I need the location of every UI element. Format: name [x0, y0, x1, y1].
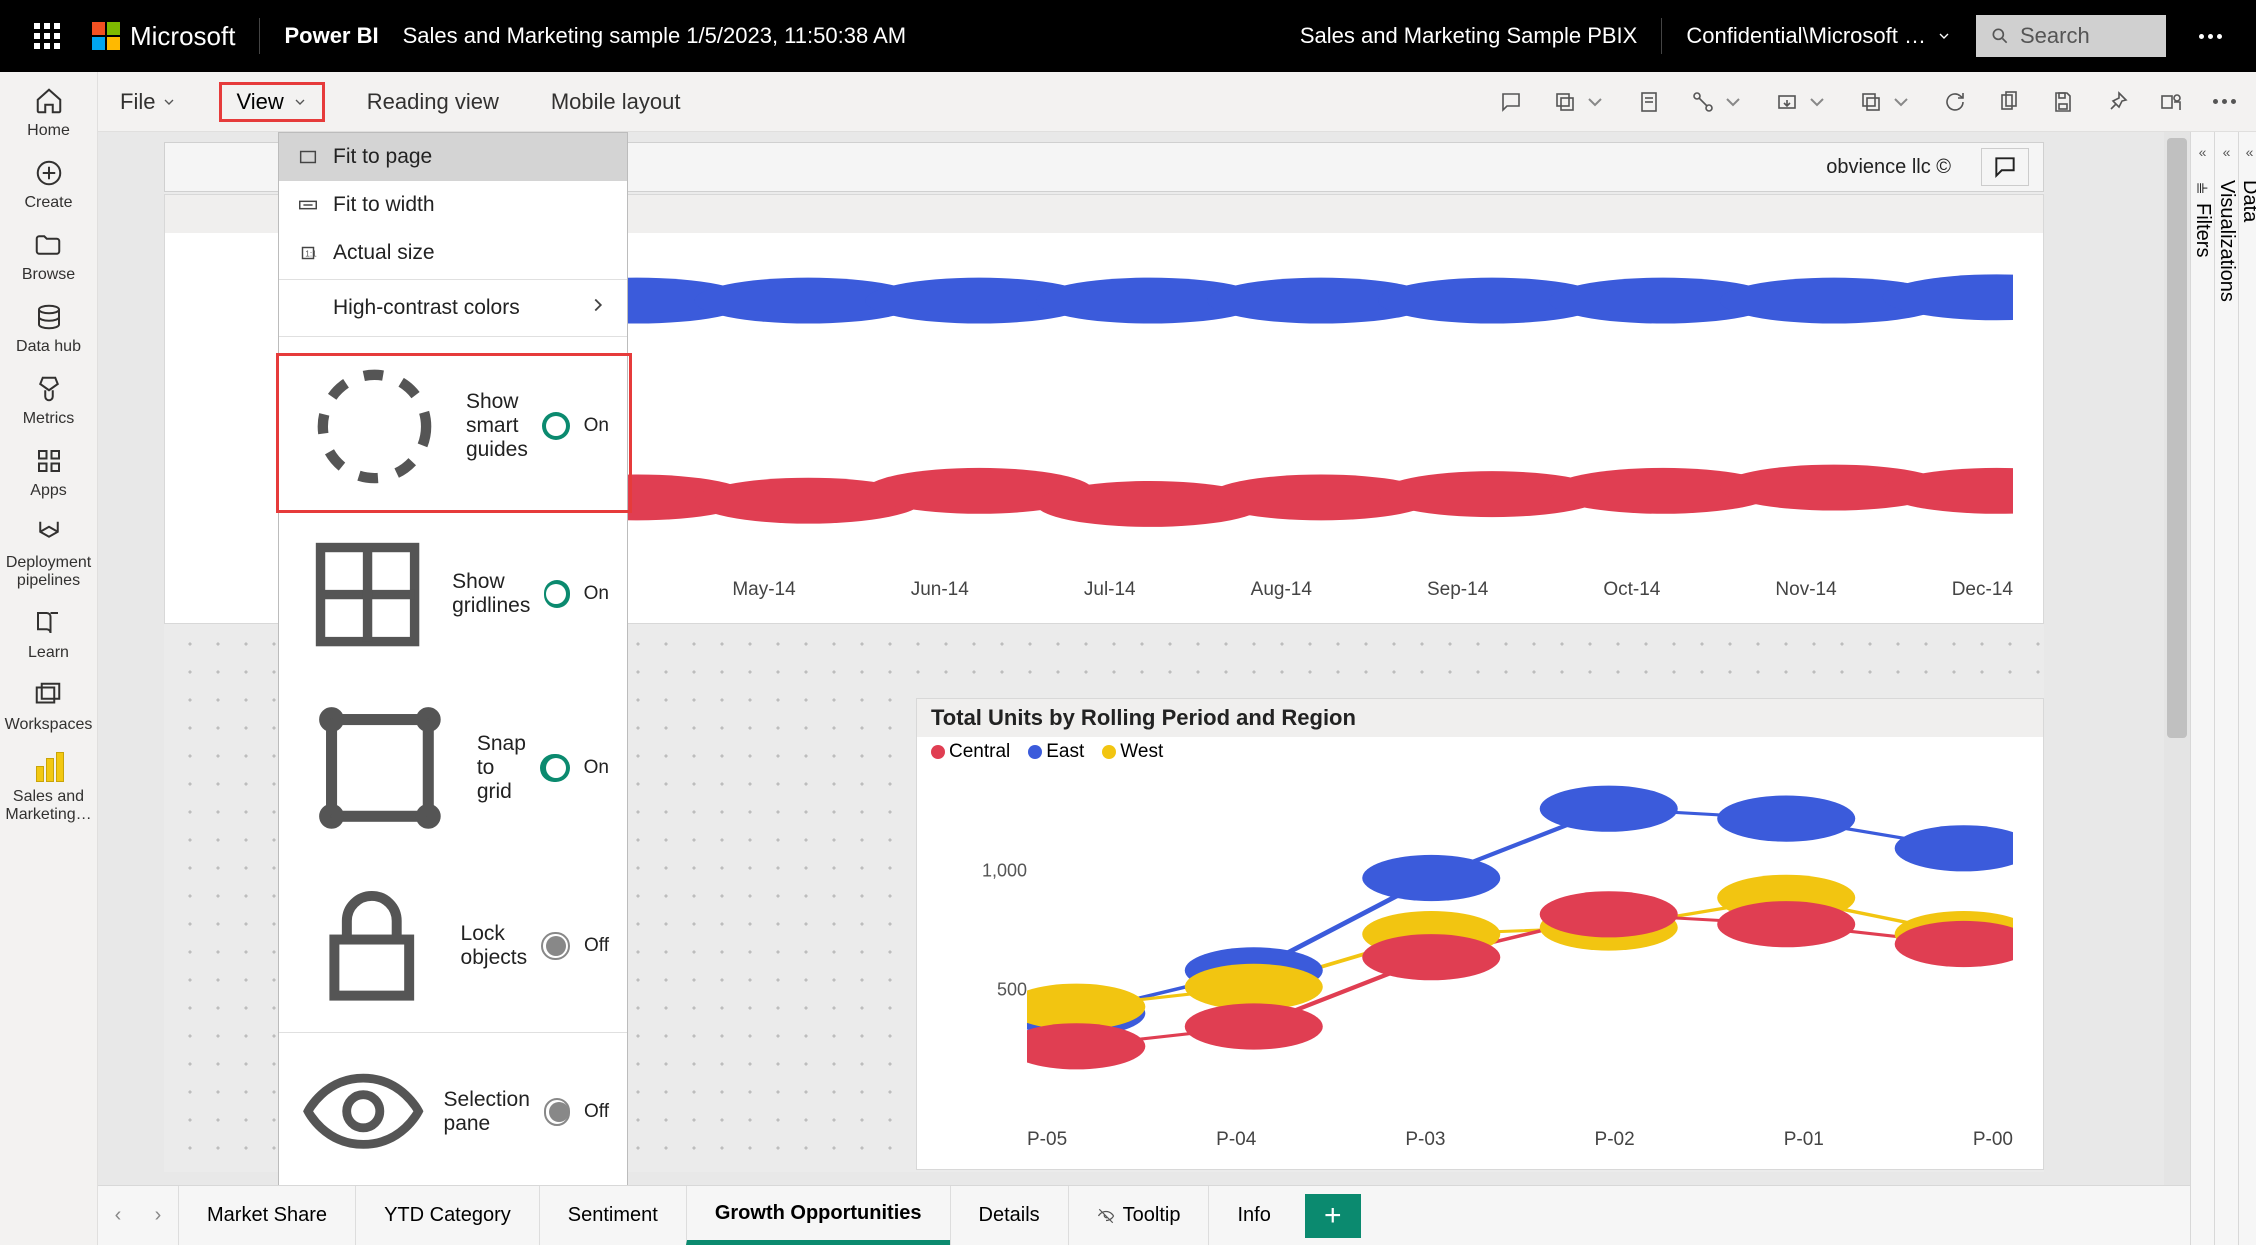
breadcrumb-file[interactable]: Sales and Marketing Sample PBIX: [1300, 23, 1638, 49]
app-name: Power BI: [284, 23, 378, 49]
brand-label: Microsoft: [130, 21, 235, 52]
separator: [1661, 18, 1662, 54]
expand-icon[interactable]: «: [2199, 144, 2207, 160]
ribbon-copy-icon[interactable]: [1997, 90, 2021, 114]
microsoft-logo-icon: [92, 22, 120, 50]
more-icon[interactable]: [2190, 34, 2230, 39]
menu-high-contrast[interactable]: High-contrast colors: [279, 282, 627, 334]
pane-filters[interactable]: « ⊪ Filters: [2190, 132, 2214, 1245]
pane-visualizations[interactable]: « Visualizations: [2214, 132, 2238, 1245]
ribbon-export-icon[interactable]: [1775, 90, 1829, 114]
search-input[interactable]: Search: [1976, 15, 2166, 57]
nav-apps[interactable]: Apps: [30, 446, 66, 500]
powerbi-icon: [34, 752, 64, 782]
expand-icon[interactable]: «: [2246, 144, 2254, 160]
nav-browse[interactable]: Browse: [22, 230, 75, 284]
pane-data[interactable]: « Data: [2238, 132, 2256, 1245]
tab-info[interactable]: Info: [1208, 1186, 1298, 1245]
tab-next[interactable]: ›: [138, 1204, 178, 1227]
copyright-label: obvience llc ©: [1826, 156, 1951, 179]
ribbon-explore-icon[interactable]: [1553, 90, 1607, 114]
vertical-scrollbar[interactable]: [2164, 132, 2190, 1185]
tab-growth-opportunities[interactable]: Growth Opportunities: [686, 1186, 950, 1245]
toggle-lock-objects[interactable]: Lock objects Off: [279, 861, 627, 1031]
ribbon-more-icon[interactable]: [2213, 99, 2236, 104]
chart-total-units[interactable]: Total Units by Rolling Period and Region…: [916, 698, 2044, 1170]
tab-details[interactable]: Details: [950, 1186, 1068, 1245]
nav-create[interactable]: Create: [24, 158, 72, 212]
toggle-switch[interactable]: [541, 932, 570, 960]
sensitivity-label: Confidential\Microsoft …: [1686, 23, 1926, 49]
page-tabs: ‹ › Market Share YTD Category Sentiment …: [98, 1185, 2190, 1245]
chart2-y-axis: 1,000 500: [977, 779, 1027, 1109]
chart-title: Total Units by Rolling Period and Region: [917, 699, 2043, 737]
tab-ytd-category[interactable]: YTD Category: [355, 1186, 539, 1245]
search-icon: [1990, 26, 2010, 46]
nav-learn[interactable]: Learn: [28, 608, 69, 662]
nav-datahub[interactable]: Data hub: [16, 302, 81, 356]
hidden-icon: [1097, 1207, 1115, 1225]
toggle-snap-to-grid[interactable]: Snap to grid On: [279, 675, 627, 861]
separator: [259, 18, 260, 54]
scrollbar-thumb[interactable]: [2167, 138, 2187, 738]
filters-icon: ⊪: [2196, 180, 2208, 197]
chart2-x-axis: P-05P-04P-03P-02P-01P-00: [1027, 1129, 2013, 1151]
ribbon-share-icon[interactable]: [1859, 90, 1913, 114]
app-launcher-icon[interactable]: [26, 15, 68, 57]
menu-fit-to-width[interactable]: Fit to width: [279, 181, 627, 229]
chevron-down-icon: [1721, 90, 1745, 114]
sensitivity-dropdown[interactable]: Confidential\Microsoft …: [1686, 23, 1952, 49]
ribbon-lineage-icon[interactable]: [1691, 90, 1745, 114]
tab-market-share[interactable]: Market Share: [178, 1186, 355, 1245]
tab-add[interactable]: +: [1305, 1194, 1361, 1238]
ribbon-pin-icon[interactable]: [2105, 90, 2129, 114]
microsoft-logo: Microsoft: [92, 21, 235, 52]
tab-tooltip[interactable]: Tooltip: [1068, 1186, 1209, 1245]
nav-home[interactable]: Home: [27, 86, 70, 140]
ribbon-file-icon[interactable]: [1637, 90, 1661, 114]
tab-prev[interactable]: ‹: [98, 1204, 138, 1227]
chart1-x-axis: Mar-14Apr-14May-14Jun-14Jul-14Aug-14Sep-…: [385, 579, 2013, 601]
ribbon-save-icon[interactable]: [2051, 90, 2075, 114]
doc-title: Sales and Marketing sample 1/5/2023, 11:…: [403, 23, 906, 49]
menu-fit-to-page[interactable]: Fit to page: [279, 133, 627, 181]
menu-view[interactable]: View: [219, 82, 324, 122]
chevron-down-icon: [1889, 90, 1913, 114]
chevron-right-icon: [587, 294, 609, 322]
menu-mobile-layout[interactable]: Mobile layout: [541, 83, 691, 121]
svg-text:1:1: 1:1: [305, 250, 317, 259]
chevron-down-icon: [161, 94, 177, 110]
menu-file[interactable]: File: [110, 83, 187, 121]
ribbon-teams-icon[interactable]: [2159, 90, 2183, 114]
tab-sentiment[interactable]: Sentiment: [539, 1186, 686, 1245]
chevron-down-icon: [292, 94, 308, 110]
chevron-down-icon: [1805, 90, 1829, 114]
menu-actual-size[interactable]: 1:1 Actual size: [279, 229, 627, 277]
toggle-smart-guides[interactable]: Show smart guides On: [279, 339, 627, 514]
ribbon-refresh-icon[interactable]: [1943, 90, 1967, 114]
nav-pipelines[interactable]: Deployment pipelines: [0, 518, 97, 590]
toggle-switch[interactable]: [544, 580, 569, 608]
menu-reading-view[interactable]: Reading view: [357, 83, 509, 121]
ribbon-comment-icon[interactable]: [1499, 90, 1523, 114]
chart-legend: Central East West: [917, 737, 2043, 767]
nav-metrics[interactable]: Metrics: [23, 374, 75, 428]
nav-current-report[interactable]: Sales and Marketing…: [0, 752, 97, 824]
toggle-switch[interactable]: [540, 754, 570, 782]
comment-button[interactable]: [1981, 148, 2029, 186]
search-placeholder: Search: [2020, 23, 2090, 49]
expand-icon[interactable]: «: [2223, 144, 2231, 160]
toggle-switch[interactable]: [544, 1098, 570, 1126]
view-dropdown: Fit to page Fit to width 1:1 Actual size…: [278, 132, 628, 1185]
chevron-down-icon: [1583, 90, 1607, 114]
nav-workspaces[interactable]: Workspaces: [5, 680, 93, 734]
toggle-switch[interactable]: [542, 412, 570, 440]
chevron-down-icon: [1936, 28, 1952, 44]
toggle-gridlines[interactable]: Show gridlines On: [279, 514, 627, 675]
toggle-selection-pane[interactable]: Selection pane Off: [279, 1035, 627, 1185]
